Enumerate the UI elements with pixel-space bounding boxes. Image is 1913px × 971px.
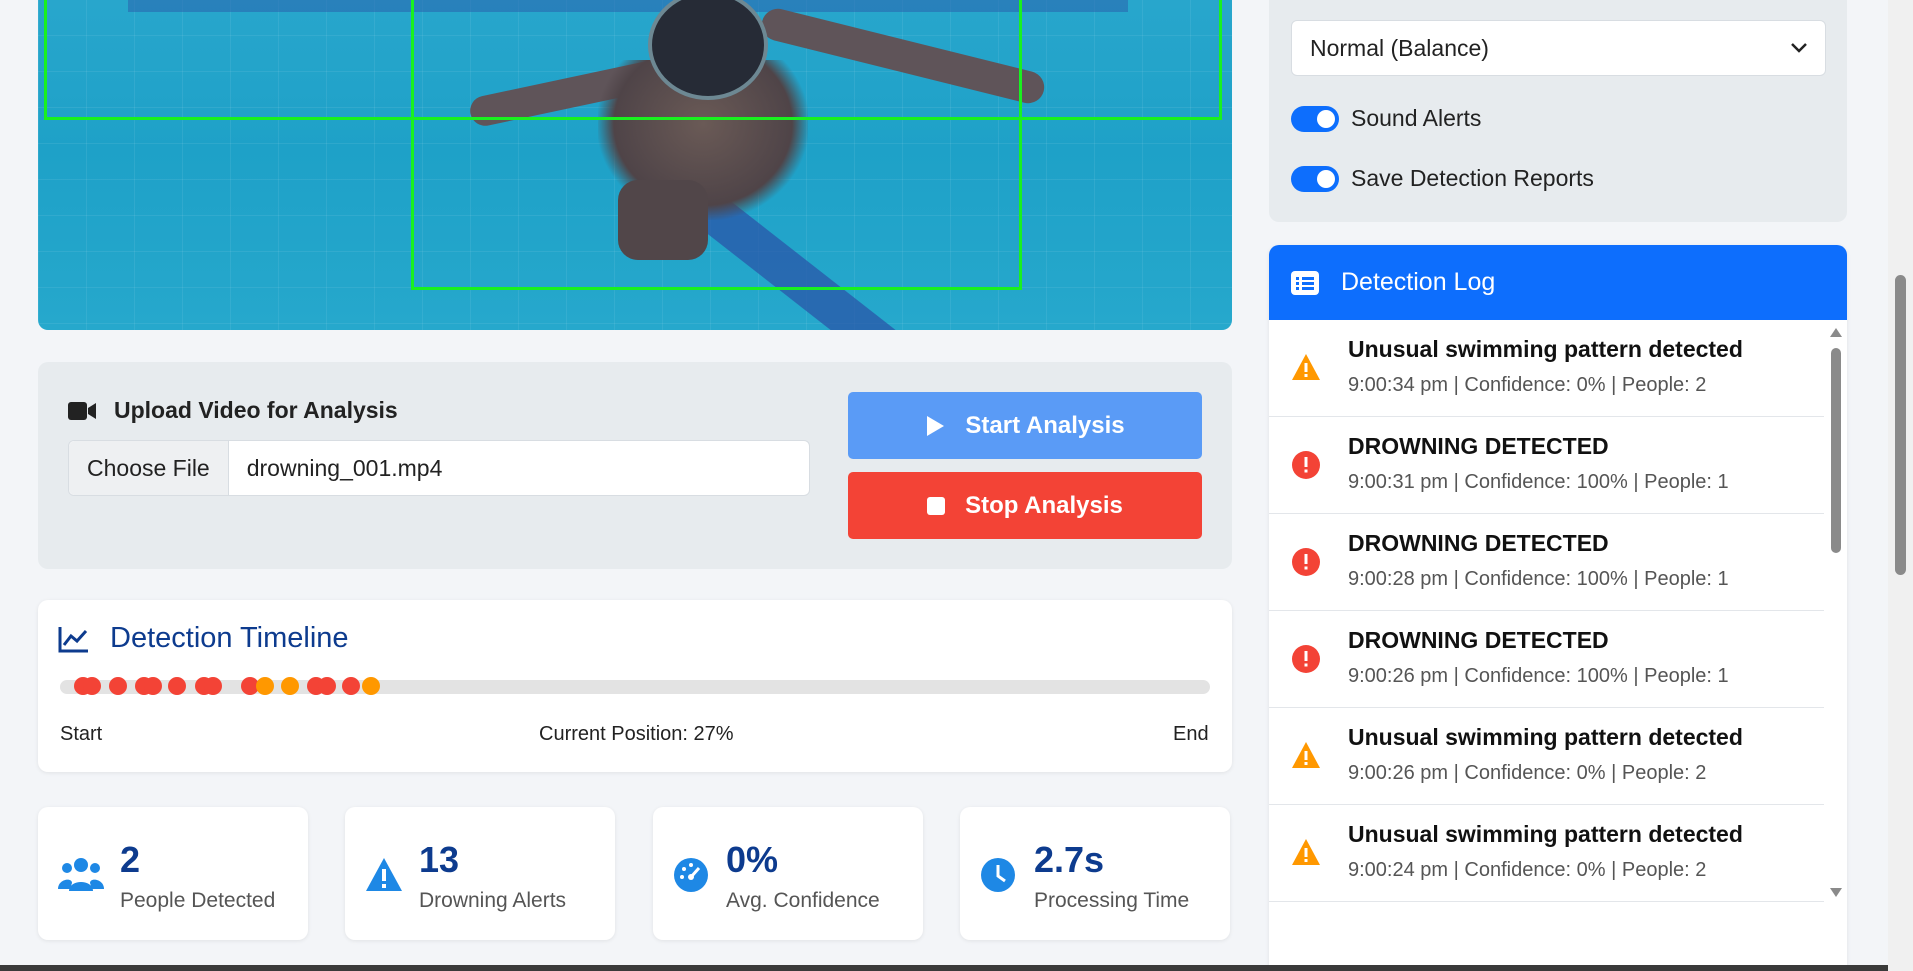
log-item[interactable]: DROWNING DETECTED 9:00:28 pm | Confidenc… [1269, 514, 1824, 611]
log-item-title: Unusual swimming pattern detected [1348, 724, 1743, 750]
timeline-marker[interactable] [341, 677, 360, 695]
drowning-alerts-value: 13 [419, 839, 460, 880]
people-detected-label: People Detected [120, 889, 276, 912]
timeline-title: Detection Timeline [110, 622, 349, 654]
detection-log-list[interactable]: Unusual swimming pattern detected 9:00:3… [1269, 320, 1824, 905]
upload-title: Upload Video for Analysis [114, 397, 398, 423]
list-icon [1291, 270, 1319, 295]
stat-card-processing: 2.7s Processing Time [960, 807, 1230, 940]
timeline-track[interactable] [60, 677, 1210, 695]
stop-analysis-label: Stop Analysis [965, 491, 1123, 519]
warning-icon [1292, 839, 1320, 865]
scroll-down-arrow-icon[interactable] [1830, 888, 1842, 897]
selected-file-name: drowning_001.mp4 [246, 454, 443, 481]
play-icon [927, 415, 945, 436]
settings-panel: Normal (Balance) Sound Alerts Save Detec… [1269, 0, 1847, 222]
log-item[interactable]: Unusual swimming pattern detected 9:00:2… [1269, 805, 1824, 902]
warning-icon [366, 858, 402, 891]
timeline-start-label: Start [60, 723, 103, 745]
stop-icon [927, 496, 946, 515]
video-camera-icon [68, 401, 96, 420]
avg-confidence-label: Avg. Confidence [726, 889, 880, 912]
start-analysis-button[interactable]: Start Analysis [848, 392, 1202, 459]
choose-file-button[interactable]: Choose File [69, 441, 229, 495]
timeline-heading: Detection Timeline [58, 622, 349, 655]
video-preview [38, 0, 1232, 330]
detection-log-header: Detection Log [1269, 245, 1847, 320]
save-reports-label: Save Detection Reports [1351, 165, 1594, 191]
log-item-meta: 9:00:26 pm | Confidence: 100% | People: … [1348, 665, 1729, 687]
log-item-title: Unusual swimming pattern detected [1348, 336, 1743, 362]
log-item-meta: 9:00:24 pm | Confidence: 0% | People: 2 [1348, 859, 1707, 881]
line-chart-icon [58, 626, 88, 652]
clock-icon [981, 858, 1015, 892]
sensitivity-select[interactable]: Normal (Balance) [1291, 20, 1826, 76]
timeline-marker[interactable] [108, 677, 127, 695]
sensitivity-selected-value: Normal (Balance) [1310, 34, 1489, 61]
detection-timeline: Detection Timeline Start Current Positio… [38, 600, 1232, 772]
scrollbar-thumb[interactable] [1831, 348, 1841, 553]
timeline-marker[interactable] [281, 677, 299, 695]
detection-log: Detection Log Unusual swimming pattern d… [1269, 245, 1847, 965]
warning-icon [1292, 354, 1320, 380]
drowning-alerts-label: Drowning Alerts [419, 889, 567, 912]
timeline-marker[interactable] [361, 677, 380, 695]
start-analysis-label: Start Analysis [965, 411, 1125, 439]
log-item-title: DROWNING DETECTED [1348, 433, 1609, 459]
alert-circle-icon [1292, 548, 1320, 576]
people-icon [58, 858, 104, 891]
sound-alerts-label: Sound Alerts [1351, 105, 1482, 131]
timeline-current-position: Current Position: 27% [539, 723, 734, 745]
scroll-up-arrow-icon[interactable] [1830, 328, 1842, 337]
timeline-marker[interactable] [83, 677, 102, 695]
file-input[interactable]: Choose File drowning_001.mp4 [68, 440, 810, 496]
log-item-title: DROWNING DETECTED [1348, 530, 1609, 556]
save-reports-setting: Save Detection Reports [1291, 165, 1594, 192]
save-reports-toggle[interactable] [1291, 165, 1339, 192]
processing-time-label: Processing Time [1034, 889, 1190, 912]
upload-heading: Upload Video for Analysis [68, 397, 398, 424]
log-item-title: DROWNING DETECTED [1348, 627, 1609, 653]
detection-log-scrollbar[interactable] [1827, 320, 1845, 905]
page-scrollbar-thumb[interactable] [1895, 275, 1906, 575]
log-item[interactable]: DROWNING DETECTED 9:00:31 pm | Confidenc… [1269, 417, 1824, 514]
processing-time-value: 2.7s [1034, 839, 1105, 880]
log-item[interactable]: Unusual swimming pattern detected 9:00:3… [1269, 320, 1824, 417]
page-scrollbar[interactable] [1888, 0, 1913, 971]
sound-alerts-toggle[interactable] [1291, 105, 1339, 132]
timeline-marker[interactable] [203, 677, 222, 695]
log-item[interactable]: DROWNING DETECTED 9:00:26 pm | Confidenc… [1269, 611, 1824, 708]
people-detected-value: 2 [120, 839, 141, 880]
alert-circle-icon [1292, 645, 1320, 673]
avg-confidence-value: 0% [726, 839, 779, 880]
sound-alerts-setting: Sound Alerts [1291, 105, 1481, 132]
detection-log-title: Detection Log [1341, 268, 1496, 296]
timeline-end-label: End [1173, 723, 1209, 745]
stat-card-people: 2 People Detected [38, 807, 308, 940]
log-item-title: Unusual swimming pattern detected [1348, 821, 1743, 847]
chevron-down-icon [1791, 43, 1807, 53]
stat-card-confidence: 0% Avg. Confidence [653, 807, 923, 940]
stat-card-alerts: 13 Drowning Alerts [345, 807, 615, 940]
alert-circle-icon [1292, 451, 1320, 479]
gauge-icon [674, 858, 708, 892]
page: Upload Video for Analysis Choose File dr… [0, 0, 1888, 965]
timeline-marker[interactable] [144, 677, 163, 695]
log-item-meta: 9:00:28 pm | Confidence: 100% | People: … [1348, 568, 1729, 590]
log-item-meta: 9:00:34 pm | Confidence: 0% | People: 2 [1348, 374, 1707, 396]
timeline-marker[interactable] [168, 677, 187, 695]
log-item-meta: 9:00:26 pm | Confidence: 0% | People: 2 [1348, 762, 1707, 784]
stop-analysis-button[interactable]: Stop Analysis [848, 472, 1202, 539]
detection-box [411, 0, 1022, 290]
log-item[interactable]: Unusual swimming pattern detected 9:00:2… [1269, 708, 1824, 805]
upload-panel: Upload Video for Analysis Choose File dr… [38, 362, 1232, 569]
warning-icon [1292, 742, 1320, 768]
timeline-marker[interactable] [255, 677, 274, 695]
timeline-marker[interactable] [317, 677, 336, 695]
log-item-meta: 9:00:31 pm | Confidence: 100% | People: … [1348, 471, 1729, 493]
